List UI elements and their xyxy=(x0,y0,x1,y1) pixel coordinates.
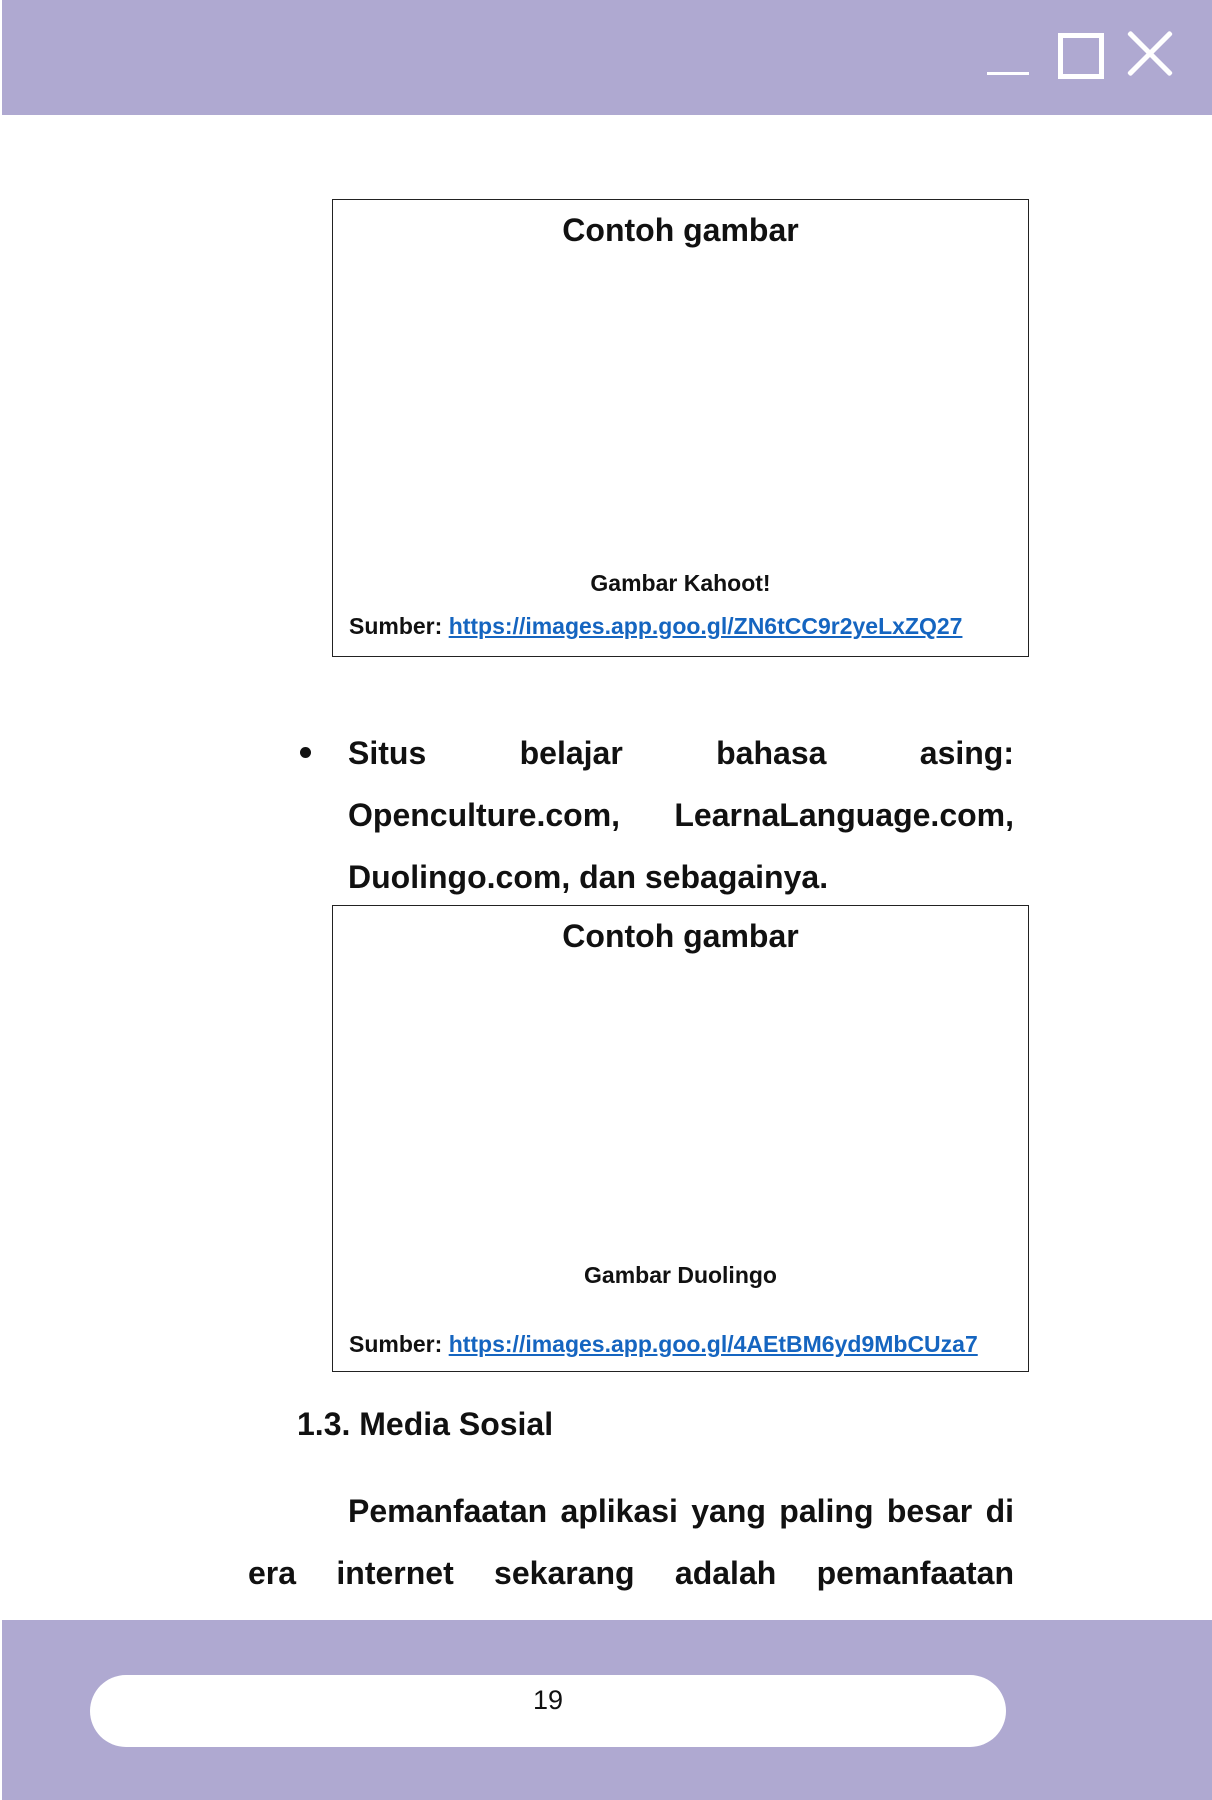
top-window-bar xyxy=(2,0,1212,115)
section-heading: 1.3. Media Sosial xyxy=(297,1406,554,1442)
page-number-pill: 19 xyxy=(90,1675,1006,1747)
page-number: 19 xyxy=(532,1685,564,1715)
figure-box-kahoot: Contoh gambar Gambar Kahoot! Sumber: htt… xyxy=(332,199,1029,657)
bullet-item: Situs belajar bahasa asing: Openculture.… xyxy=(296,722,1014,908)
close-icon[interactable] xyxy=(1126,30,1174,78)
source-label: Sumber: xyxy=(349,613,443,639)
figure-title: Contoh gambar xyxy=(562,212,799,248)
source-link[interactable]: https://images.app.goo.gl/4AEtBM6yd9MbCU… xyxy=(449,1331,978,1357)
source-label: Sumber: xyxy=(349,1331,443,1357)
figure-box-duolingo: Contoh gambar Gambar Duolingo Sumber: ht… xyxy=(332,905,1029,1372)
figure-caption: Gambar Kahoot! xyxy=(590,570,771,596)
minimize-icon[interactable] xyxy=(987,72,1029,75)
figure-title: Contoh gambar xyxy=(562,918,799,954)
figure-source: Sumber: https://images.app.goo.gl/ZN6tCC… xyxy=(349,613,962,640)
figure-caption: Gambar Duolingo xyxy=(584,1262,777,1288)
maximize-icon[interactable] xyxy=(1058,33,1104,79)
figure-source: Sumber: https://images.app.goo.gl/4AEtBM… xyxy=(349,1331,978,1358)
bullet-icon xyxy=(300,747,311,758)
source-link[interactable]: https://images.app.goo.gl/ZN6tCC9r2yeLxZ… xyxy=(449,613,963,639)
bullet-text: Situs belajar bahasa asing: Openculture.… xyxy=(348,735,1014,895)
